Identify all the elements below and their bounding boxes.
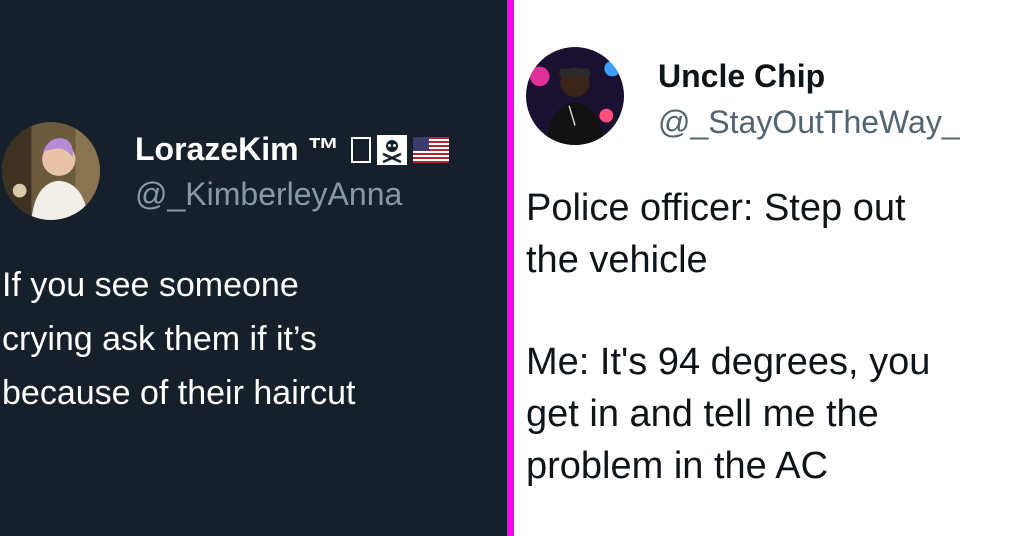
right-handle[interactable]: @_StayOutTheWay_ (658, 104, 960, 141)
box-icon (351, 136, 372, 163)
panel-divider (507, 0, 514, 536)
right-display-name[interactable]: Uncle Chip (658, 58, 825, 95)
us-flag-icon (413, 136, 450, 163)
left-tweet-text: If you see someone crying ask them if it… (2, 266, 356, 412)
right-tweet-card: Uncle Chip @_StayOutTheWay_ Police offic… (514, 0, 1024, 536)
left-tweet-card: LorazeKim ™ @_KimberleyAnna If you see s… (0, 0, 507, 536)
left-name-badges (351, 134, 450, 165)
right-avatar-image (526, 47, 624, 145)
left-display-name-text: LorazeKim ™ (135, 131, 340, 167)
right-avatar[interactable] (526, 47, 624, 145)
right-tweet-text-paragraph-2: Me: It's 94 degrees, you get in and tell… (526, 341, 931, 487)
right-tweet-text-paragraph-1: Police officer: Step out the vehicle (526, 187, 906, 281)
left-handle[interactable]: @_KimberleyAnna (135, 176, 402, 213)
left-avatar[interactable] (2, 122, 100, 220)
skull-crossbones-icon (377, 134, 408, 165)
left-avatar-image (2, 122, 100, 220)
left-display-name[interactable]: LorazeKim ™ (135, 131, 450, 168)
